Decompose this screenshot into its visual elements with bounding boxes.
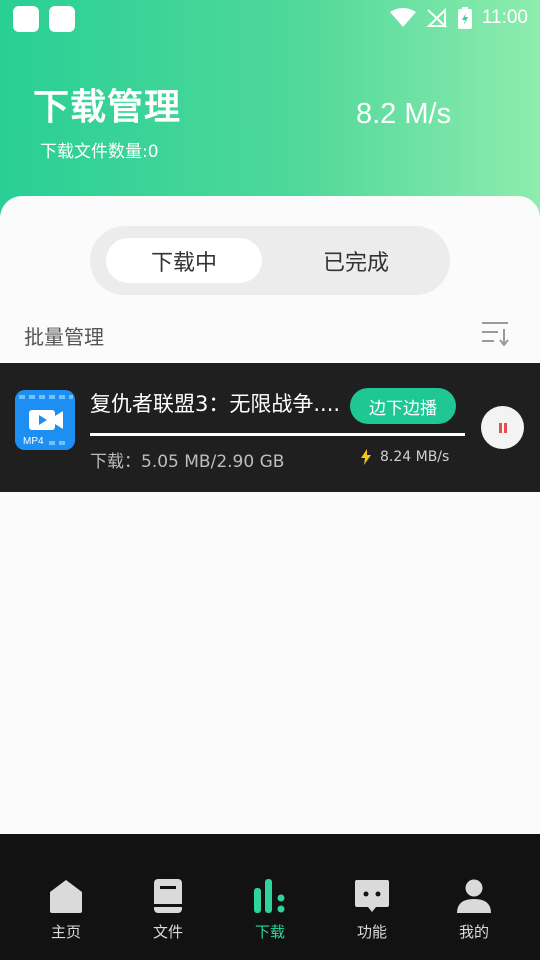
batch-manage-label[interactable]: 批量管理	[24, 321, 104, 350]
play-while-download-button[interactable]: 边下边播	[350, 388, 456, 424]
file-count-label: 下载文件数量:0	[40, 142, 159, 162]
tab-downloading[interactable]: 下载中	[106, 238, 262, 283]
file-name: 复仇者联盟3：无限战争....	[90, 392, 340, 416]
total-speed: 8.2 M/s	[356, 98, 452, 130]
sort-icon[interactable]	[480, 320, 510, 346]
tab-download[interactable]: 下载	[220, 878, 320, 942]
tab-label: 功能	[356, 923, 387, 941]
lightning-icon	[361, 449, 371, 465]
tab-label: 我的	[458, 923, 489, 941]
tab-home[interactable]: 主页	[16, 878, 116, 942]
no-signal-icon	[426, 8, 447, 28]
tab-completed[interactable]: 已完成	[280, 238, 432, 283]
tab-label: 下载	[254, 923, 285, 941]
status-bar: 11:00	[0, 0, 540, 36]
tab-profile[interactable]: 我的	[424, 878, 524, 942]
tab-features[interactable]: 功能	[322, 878, 422, 942]
segment-control: 下载中 已完成	[90, 226, 450, 295]
video-file-icon: MP4	[15, 390, 75, 450]
page-title: 下载管理	[33, 87, 182, 128]
battery-icon	[457, 7, 472, 29]
wifi-icon	[389, 8, 416, 27]
chat-icon	[355, 880, 389, 912]
download-speed: 8.24 MB/s	[380, 449, 450, 465]
notification-icon	[49, 6, 75, 32]
tab-label: 主页	[50, 923, 81, 941]
home-icon	[50, 880, 82, 913]
tab-files[interactable]: 文件	[118, 878, 218, 942]
file-type-label: MP4	[23, 436, 44, 447]
tab-label: 文件	[152, 923, 183, 941]
pause-button[interactable]	[481, 406, 524, 449]
status-time: 11:00	[481, 7, 528, 28]
download-size: 下载：5.05 MB/2.90 GB	[90, 452, 285, 472]
user-icon	[457, 879, 491, 913]
bars-icon	[254, 879, 285, 913]
book-icon	[154, 879, 182, 913]
pause-icon	[498, 422, 507, 433]
progress-bar	[90, 433, 465, 436]
bottom-tab-bar: 主页 文件 下载 功能 我的	[0, 834, 540, 960]
download-item[interactable]: MP4 复仇者联盟3：无限战争.... 边下边播 下载：5.05 MB/2.90…	[0, 363, 540, 492]
notification-icon	[13, 6, 39, 32]
